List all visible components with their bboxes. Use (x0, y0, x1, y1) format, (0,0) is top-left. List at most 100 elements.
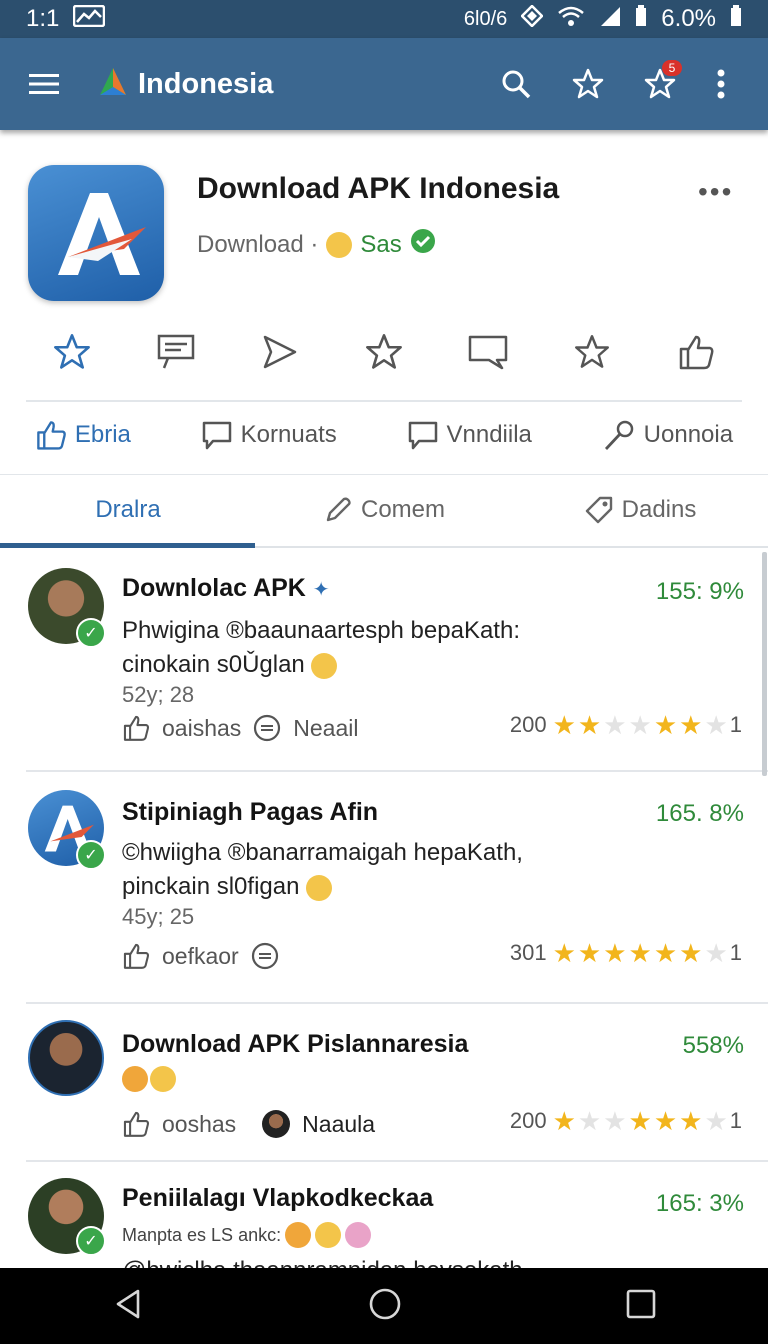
recents-button[interactable] (626, 1289, 656, 1324)
status-time: 1:1 (26, 5, 60, 32)
item-desc-line: ©hwiigha ®banarramaigah hepaKath, (122, 839, 523, 866)
item-title: Peniilalagı Vlapkodkeckaa (122, 1184, 434, 1212)
key-icon (604, 420, 633, 450)
star-outline-icon (366, 334, 402, 369)
item-percent: 165: 3% (655, 1190, 744, 1217)
app-title: Download APK Indonesia (197, 172, 560, 205)
comment-button[interactable] (466, 330, 510, 374)
data-saver-icon (520, 3, 545, 34)
star-icon: ★ (577, 938, 602, 968)
star-icon: ★ (679, 710, 703, 740)
star-empty-icon: ★ (704, 710, 728, 740)
action-messages[interactable]: Vnndiila (407, 420, 532, 450)
item-foot-a[interactable]: ooshas (162, 1111, 236, 1138)
item-description: @hwiclha thaannramnidan hevsekath, (122, 1254, 682, 1268)
app-more-button[interactable]: ••• (698, 176, 733, 208)
item-foot-b[interactable]: Naaula (302, 1111, 375, 1138)
emoji-face-icon (315, 1222, 342, 1248)
action-row: Ebria Kornuats Vnndiila Uonnoia (0, 408, 768, 462)
action-like[interactable]: Ebria (35, 419, 131, 451)
item-foot-b[interactable]: Neaail (293, 715, 358, 742)
search-button[interactable] (480, 48, 552, 120)
presentation-button[interactable] (154, 330, 198, 374)
thumbs-up-icon (123, 1111, 150, 1137)
user-avatar-small (262, 1110, 291, 1138)
action-comments-label: Kornuats (240, 421, 337, 448)
tab-details[interactable]: Dralra (0, 476, 256, 544)
avatar (28, 1020, 104, 1096)
item-subline: Manpta es LS ankc: (122, 1222, 372, 1248)
menu-button[interactable] (22, 48, 66, 120)
list-scrollbar[interactable] (762, 552, 767, 776)
star-outline-icon (54, 334, 90, 369)
rating-count: 200 (509, 1108, 547, 1133)
star-empty-icon: ★ (603, 710, 627, 740)
item-emoji-row (122, 1066, 176, 1092)
emoji-face-icon (345, 1222, 372, 1248)
hryvnia-circle-icon (254, 714, 281, 742)
image-notification-icon (73, 4, 106, 34)
star-empty-icon: ★ (603, 1106, 627, 1136)
favorite-star-button[interactable] (50, 330, 94, 374)
action-comments[interactable]: Kornuats (201, 420, 337, 450)
app-logo-icon[interactable] (28, 165, 164, 301)
item-foot-a[interactable]: oaishas (162, 715, 241, 742)
bookmark-star-button[interactable] (570, 330, 614, 374)
network-speed: 6l0/6 (463, 7, 508, 30)
emoji-face-icon (150, 1066, 176, 1092)
tab-data-label: Dadins (621, 496, 697, 523)
star-icon: ★ (628, 938, 652, 968)
item-rating: 200 ★ ★ ★ ★ ★ ★ ★ 1 (510, 712, 742, 738)
item-description: Phwigina ®baaunaartesph bepaKath: cinoka… (122, 614, 682, 682)
overflow-menu-button[interactable] (696, 48, 746, 120)
tab-comments[interactable]: Comem (256, 476, 512, 544)
star-icon: ★ (552, 1106, 576, 1136)
home-button[interactable] (368, 1287, 402, 1326)
brand-logo-icon (96, 65, 130, 104)
star-empty-icon: ★ (628, 710, 652, 740)
rate-star-button[interactable] (362, 330, 406, 374)
app-author[interactable]: Sas (360, 231, 401, 259)
list-item[interactable]: ✓ Stipiniagh Pagas Afin 165. 8% ©hwiigha… (0, 772, 768, 1002)
list-item[interactable]: Download APK Pislannaresia 558% ooshas N… (0, 1004, 768, 1160)
app-subtitle: Download · Sas (197, 228, 436, 261)
item-meta: 52y; 28 (122, 682, 195, 707)
tag-icon (585, 496, 612, 524)
star-icon: ★ (552, 938, 576, 968)
battery-small-icon (730, 4, 742, 34)
item-rating: 301 ★ ★ ★ ★ ★ ★ ★ 1 (510, 940, 742, 966)
item-desc-text: pinckain sl0figan (122, 873, 300, 900)
notifications-button[interactable]: 5 (624, 48, 696, 120)
send-button[interactable] (258, 330, 302, 374)
item-meta: 45y; 25 (122, 904, 195, 929)
action-key[interactable]: Uonnoia (602, 418, 733, 452)
star-icon: ★ (653, 1106, 678, 1136)
rating-tail: 1 (729, 712, 742, 737)
quick-icon-row (28, 320, 740, 384)
star-icon: ★ (679, 1106, 703, 1136)
thumbs-up-icon (679, 335, 714, 370)
divider (26, 400, 742, 402)
tab-data[interactable]: Dadins (512, 476, 768, 544)
comment-icon (408, 421, 437, 450)
item-desc-line-2: pinckain sl0figan (122, 870, 682, 904)
star-icon: ★ (603, 938, 627, 968)
emoji-face-icon (306, 874, 333, 901)
emoji-face-icon (122, 1066, 148, 1092)
item-percent: 165. 8% (655, 800, 744, 827)
favorites-button[interactable] (552, 48, 624, 120)
like-button[interactable] (674, 330, 718, 374)
recents-square-icon (626, 1289, 656, 1318)
list-item[interactable]: ✓ Peniilalagı Vlapkodkeckaa 165: 3% Manp… (0, 1162, 768, 1268)
item-subline-text: Manpta es LS ankc: (122, 1224, 282, 1245)
item-description: ©hwiigha ®banarramaigah hepaKath, pincka… (122, 836, 682, 904)
item-percent: 155: 9% (655, 578, 744, 605)
action-key-label: Uonnoia (643, 421, 734, 448)
app-header: Download APK Indonesia Download · Sas ••… (0, 140, 768, 320)
item-foot-a[interactable]: oefkaor (162, 943, 239, 970)
list-item[interactable]: ✓ Downlolac APK ✦ 155: 9% Phwigina ®baau… (0, 548, 768, 770)
author-emoji-icon (326, 231, 353, 258)
comment-box-icon (468, 335, 508, 370)
verified-badge-icon: ✦ (312, 579, 330, 601)
back-button[interactable] (112, 1288, 144, 1325)
